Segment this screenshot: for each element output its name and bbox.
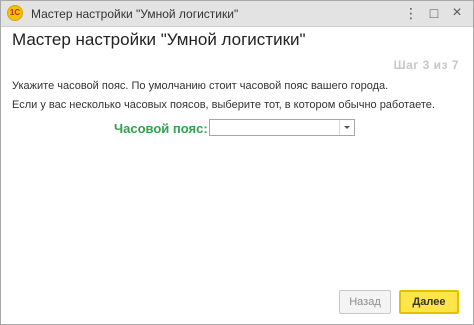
1c-app-icon: 1С [7, 5, 23, 21]
dropdown-button[interactable] [339, 120, 354, 135]
timezone-select[interactable] [209, 119, 355, 136]
app-icon-label: 1С [9, 8, 21, 17]
timezone-label: Часовой пояс: [114, 121, 208, 136]
next-button[interactable]: Далее [399, 290, 459, 314]
window-title: Мастер настройки "Умной логистики" [31, 7, 239, 21]
back-button[interactable]: Назад [339, 290, 391, 314]
instruction-text-2: Если у вас несколько часовых поясов, выб… [12, 99, 435, 111]
maximize-icon[interactable]: □ [424, 3, 444, 23]
chevron-down-icon [344, 126, 350, 129]
title-bar: 1С Мастер настройки "Умной логистики" ⋮ … [1, 1, 473, 27]
page-title: Мастер настройки "Умной логистики" [12, 30, 306, 49]
wizard-window: 1С Мастер настройки "Умной логистики" ⋮ … [0, 0, 474, 325]
more-menu-icon[interactable]: ⋮ [401, 3, 421, 23]
close-icon[interactable]: × [447, 3, 467, 23]
step-indicator: Шаг 3 из 7 [393, 58, 459, 72]
instruction-text-1: Укажите часовой пояс. По умолчанию стоит… [12, 80, 389, 92]
